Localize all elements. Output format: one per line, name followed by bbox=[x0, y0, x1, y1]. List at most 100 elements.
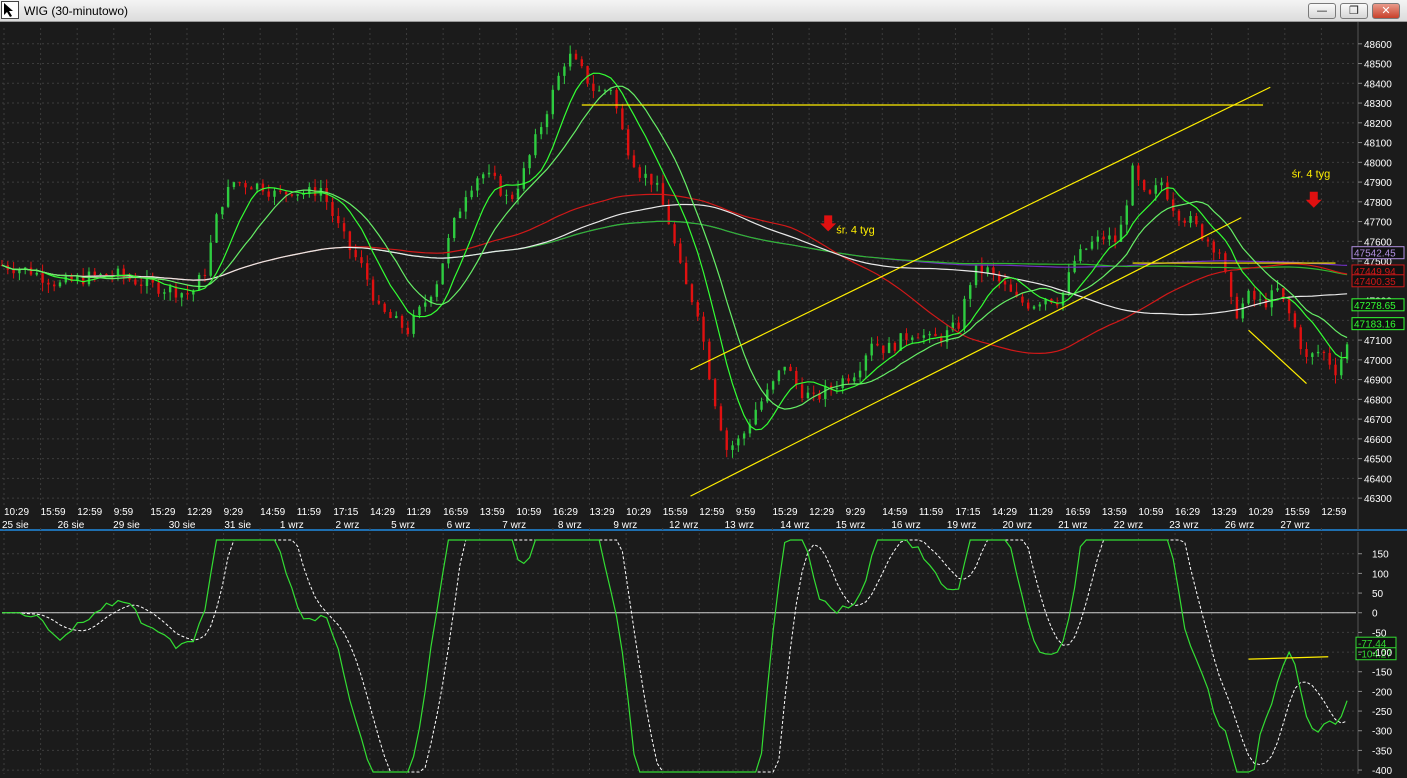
time-tick-label: 13:59 bbox=[480, 507, 505, 518]
candle-up bbox=[1125, 205, 1128, 225]
candle-down bbox=[789, 366, 792, 371]
candle-down bbox=[632, 155, 636, 168]
price-tick-label: 46700 bbox=[1364, 415, 1392, 426]
price-tick-label: 46500 bbox=[1364, 455, 1392, 466]
time-tick-label: 10:29 bbox=[626, 507, 651, 518]
candle-up bbox=[424, 302, 427, 307]
candle-down bbox=[1293, 313, 1297, 328]
candle-down bbox=[493, 172, 497, 176]
candle-down bbox=[679, 243, 682, 263]
time-tick-label: 9:59 bbox=[736, 507, 756, 518]
candle-down bbox=[47, 282, 50, 285]
price-tick-label: 47700 bbox=[1364, 218, 1392, 229]
candle-up bbox=[1270, 290, 1273, 308]
osc-tick-label: -100 bbox=[1372, 648, 1392, 659]
candle-down bbox=[638, 167, 641, 178]
candle-down bbox=[383, 303, 386, 312]
time-tick-label: 11:59 bbox=[919, 507, 944, 518]
cursor-arrow-icon[interactable] bbox=[1, 1, 19, 19]
window-title: WIG (30-minutowo) bbox=[24, 4, 129, 18]
candle-up bbox=[551, 89, 554, 115]
candle-up bbox=[447, 237, 450, 264]
time-tick-label: 13:29 bbox=[590, 507, 615, 518]
candle-up bbox=[922, 335, 926, 338]
chart-window: WIG (30-minutowo) — ❐ ✕ 46300 46400 46500 4… bbox=[0, 0, 1407, 778]
restore-button[interactable]: ❐ bbox=[1340, 3, 1368, 19]
candle-up bbox=[1096, 236, 1099, 242]
date-tick-label: 23 wrz bbox=[1169, 520, 1198, 531]
candle-down bbox=[1253, 290, 1256, 300]
osc-tick-label: -200 bbox=[1372, 687, 1392, 698]
candle-down bbox=[673, 224, 676, 244]
price-tick-label: 46900 bbox=[1364, 376, 1392, 387]
candle-down bbox=[1137, 165, 1140, 181]
candle-up bbox=[783, 366, 786, 371]
candle-up bbox=[534, 134, 537, 156]
candle-up bbox=[540, 127, 543, 135]
price-tick-label: 48300 bbox=[1364, 99, 1392, 110]
candle-up bbox=[911, 337, 914, 340]
price-tick-label: 48200 bbox=[1364, 119, 1392, 130]
candle-down bbox=[261, 183, 265, 192]
time-tick-label: 10:59 bbox=[1138, 507, 1163, 518]
candle-up bbox=[1258, 299, 1262, 301]
candle-up bbox=[887, 342, 891, 354]
candle-down bbox=[290, 194, 294, 196]
candle-down bbox=[934, 333, 937, 337]
candle-down bbox=[626, 129, 630, 156]
candle-up bbox=[969, 285, 972, 299]
price-chart[interactable]: 46300 46400 46500 46600 46700 46800 46900 47000… bbox=[0, 22, 1407, 778]
candle-down bbox=[1212, 241, 1215, 253]
candle-down bbox=[29, 267, 33, 275]
candle-up bbox=[1154, 185, 1157, 194]
time-tick-label: 16:59 bbox=[1065, 507, 1090, 518]
time-tick-label: 14:59 bbox=[260, 507, 285, 518]
candle-up bbox=[835, 388, 839, 390]
date-tick-label: 21 wrz bbox=[1058, 520, 1087, 531]
candle-up bbox=[435, 284, 439, 297]
candle-up bbox=[58, 282, 62, 287]
candle-down bbox=[400, 315, 404, 328]
candle-down bbox=[499, 175, 502, 196]
time-tick-label: 14:29 bbox=[992, 507, 1017, 518]
candle-down bbox=[377, 300, 381, 304]
candle-down bbox=[342, 223, 346, 232]
candle-down bbox=[713, 379, 717, 407]
candle-down bbox=[1264, 299, 1268, 308]
candle-down bbox=[580, 59, 583, 67]
candle-down bbox=[371, 279, 375, 301]
candle-up bbox=[470, 190, 473, 198]
candle-down bbox=[1177, 210, 1181, 221]
candle-down bbox=[876, 343, 879, 346]
minimize-button[interactable]: — bbox=[1308, 3, 1336, 19]
candle-up bbox=[453, 218, 456, 238]
candle-down bbox=[244, 183, 247, 188]
close-button[interactable]: ✕ bbox=[1372, 3, 1400, 19]
title-bar[interactable]: WIG (30-minutowo) — ❐ ✕ bbox=[0, 0, 1407, 22]
candle-up bbox=[18, 269, 21, 274]
candle-down bbox=[725, 430, 728, 450]
candle-down bbox=[905, 333, 908, 340]
annotation-label: śr. 4 tyg bbox=[836, 224, 875, 236]
price-tick-label: 47100 bbox=[1364, 336, 1392, 347]
candle-down bbox=[1287, 299, 1291, 314]
candle-up bbox=[418, 306, 421, 316]
candle-up bbox=[1032, 306, 1036, 309]
date-tick-label: 25 sie bbox=[2, 520, 29, 531]
time-tick-label: 15:59 bbox=[1285, 507, 1310, 518]
candle-up bbox=[145, 278, 149, 286]
candle-up bbox=[557, 75, 560, 90]
candle-up bbox=[928, 333, 931, 336]
candle-up bbox=[603, 90, 607, 92]
candle-up bbox=[737, 438, 740, 446]
time-tick-label: 9:59 bbox=[114, 507, 134, 518]
annotation-label: śr. 4 tyg bbox=[1292, 169, 1331, 181]
candle-up bbox=[464, 197, 468, 212]
candle-up bbox=[597, 90, 601, 92]
candle-up bbox=[273, 190, 276, 197]
candle-down bbox=[354, 250, 357, 258]
candle-up bbox=[963, 298, 966, 329]
date-tick-label: 7 wrz bbox=[502, 520, 526, 531]
osc-tick-label: 100 bbox=[1372, 569, 1389, 580]
time-tick-label: 9:29 bbox=[846, 507, 866, 518]
